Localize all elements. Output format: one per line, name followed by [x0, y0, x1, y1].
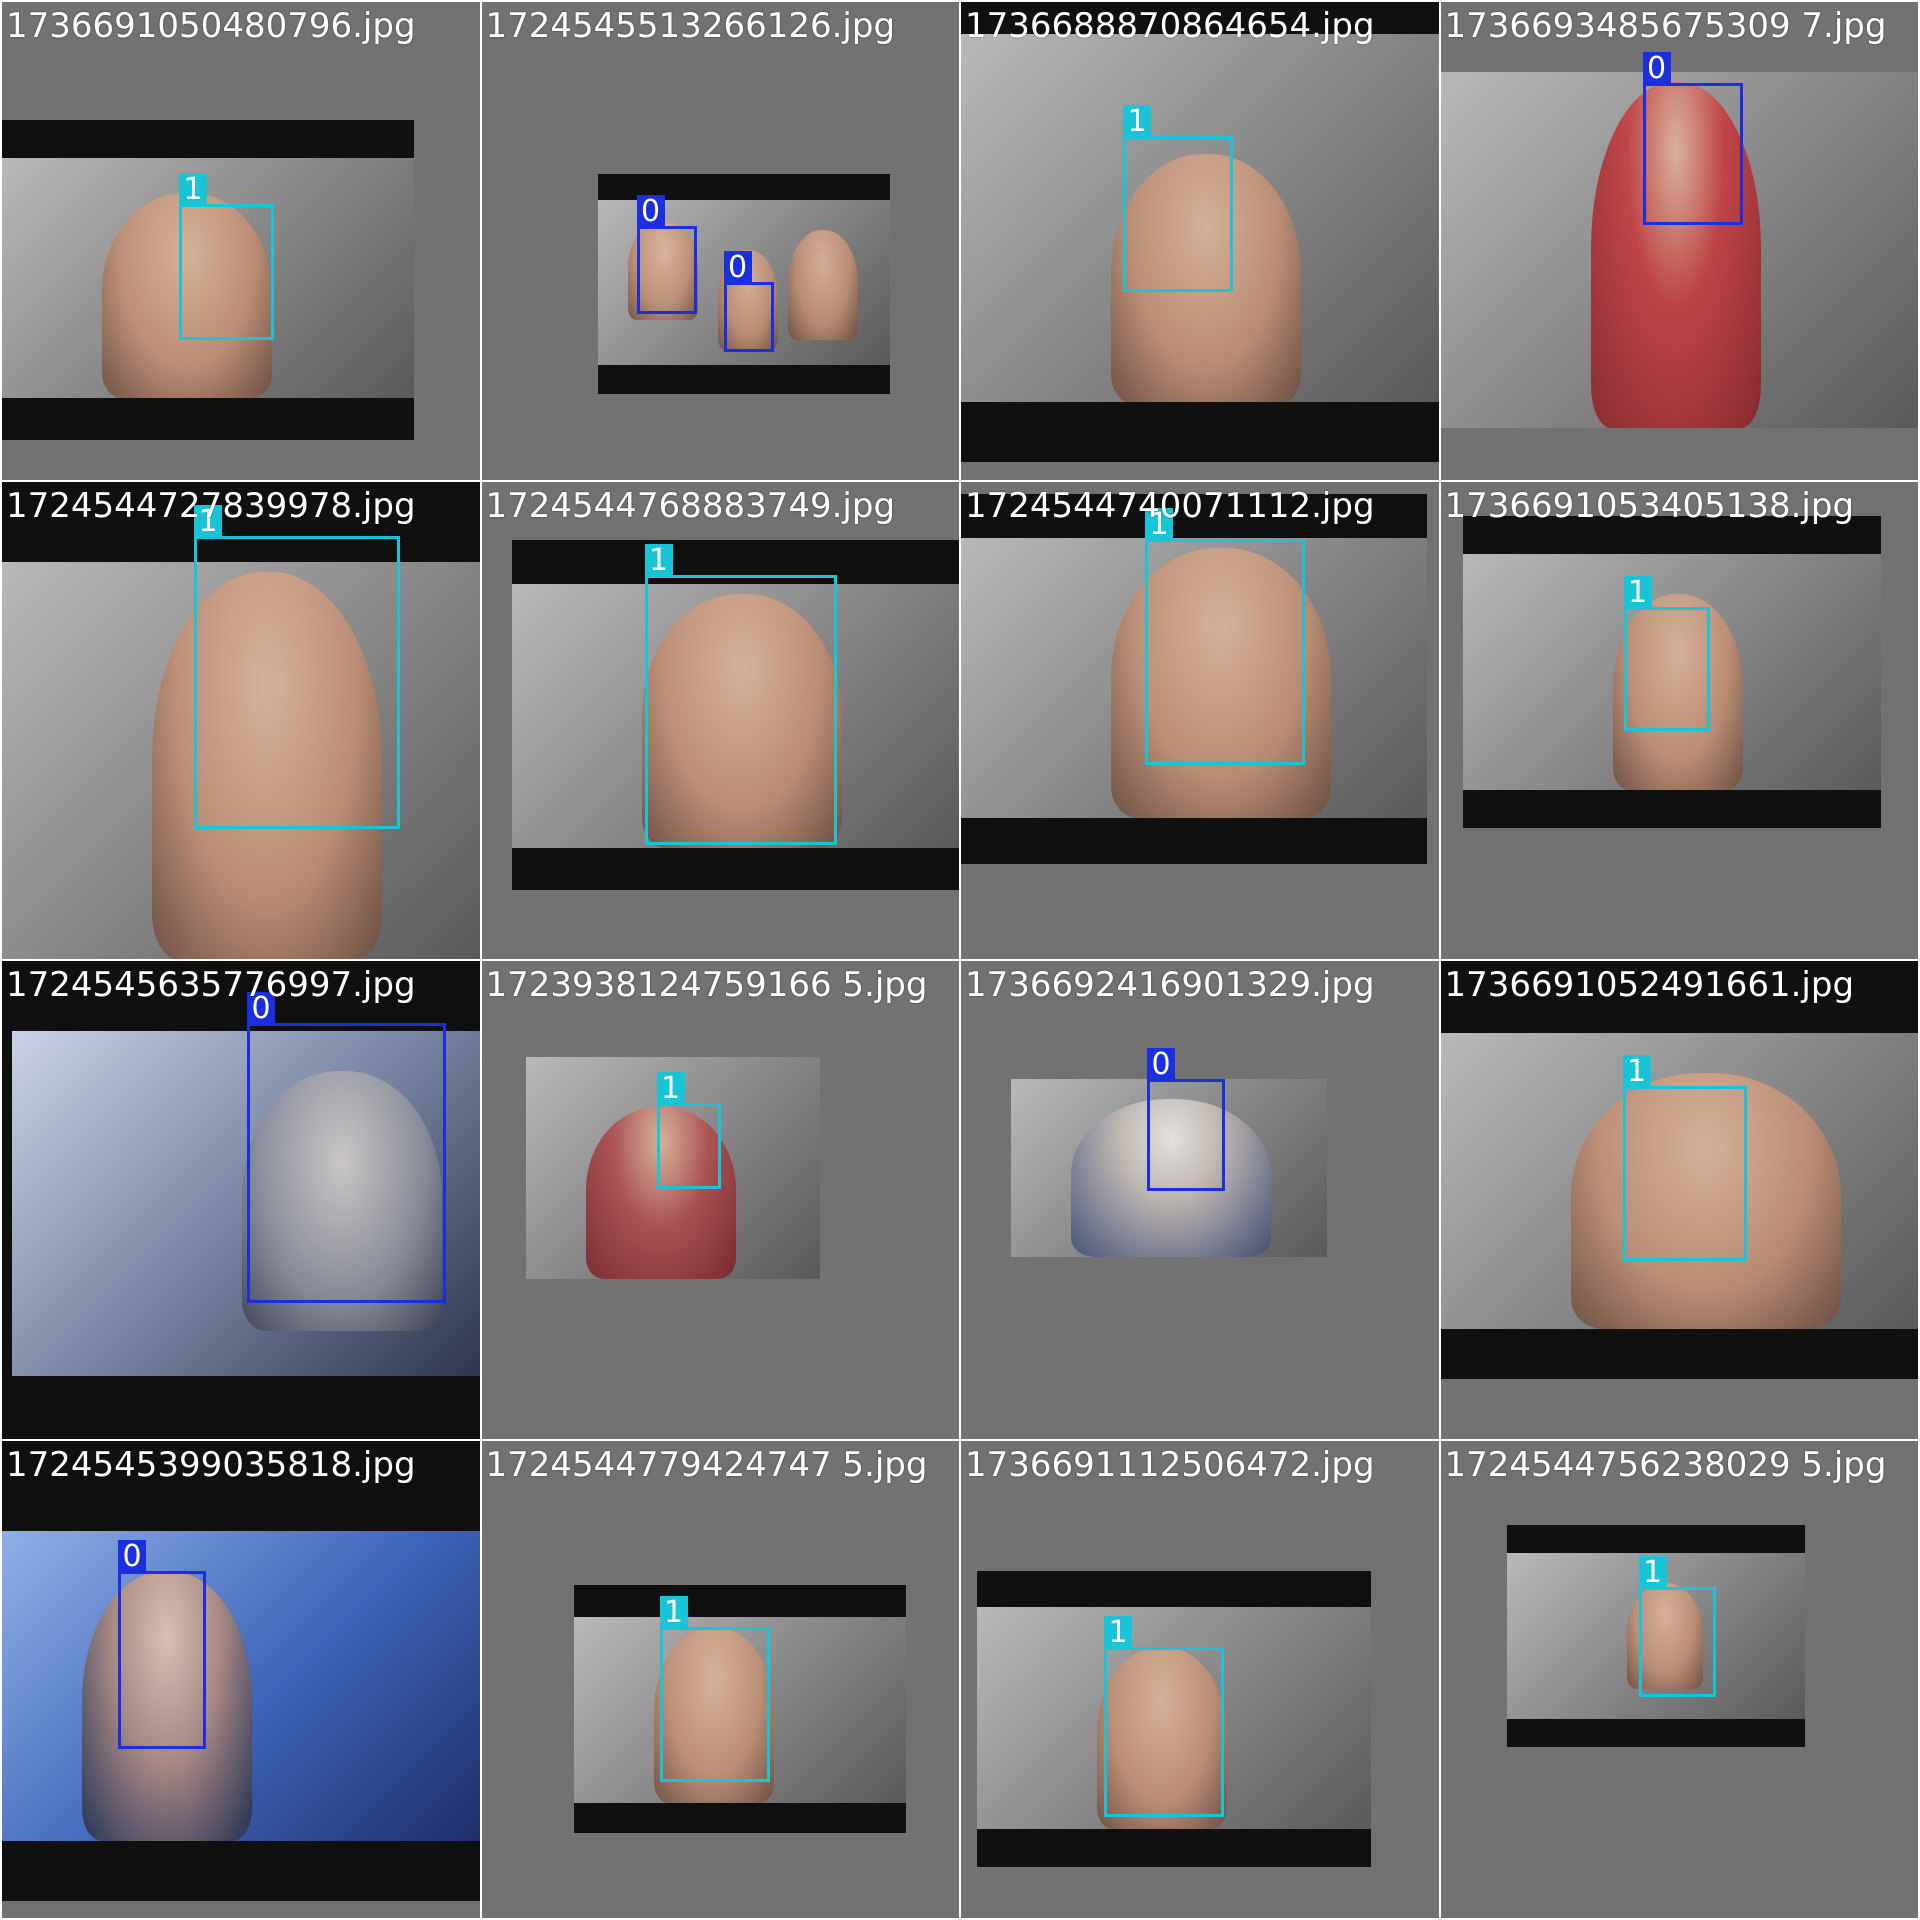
- image-tile[interactable]: 1736692416901329.jpg 0: [961, 961, 1439, 1439]
- class-label: 0: [723, 251, 752, 285]
- class-label: 0: [1147, 1048, 1175, 1082]
- bounding-box: 1: [1123, 105, 1233, 292]
- image-tile[interactable]: 1736691053405138.jpg 1: [1440, 481, 1918, 959]
- filename-caption: 1736691112506472.jpg: [965, 1444, 1375, 1485]
- class-label: 1: [659, 1595, 688, 1630]
- bounding-box: 0: [1642, 52, 1743, 225]
- image-tile[interactable]: 1724545635776997.jpg 0: [2, 961, 480, 1439]
- class-label: 1: [1623, 575, 1652, 610]
- image-tile[interactable]: 1724544779424747 5.jpg 1: [481, 1440, 959, 1918]
- bounding-box: 1: [1622, 1055, 1747, 1261]
- photo: [2, 1530, 480, 1841]
- image-tile[interactable]: 1723938124759166 5.jpg 1: [481, 961, 959, 1439]
- class-label: 1: [179, 173, 207, 207]
- filename-caption: 1736691050480796.jpg: [6, 6, 416, 46]
- bounding-box: 0: [118, 1539, 206, 1749]
- image-tile[interactable]: 1724544740071112.jpg 1: [961, 481, 1439, 959]
- bounding-box: 1: [1638, 1555, 1716, 1697]
- filename-caption: 1724544768883749.jpg: [485, 485, 896, 526]
- image-tile[interactable]: 1736691052491661.jpg 1: [1440, 961, 1918, 1439]
- filename-caption: 1724545513266126.jpg: [485, 6, 896, 46]
- filename-caption: 1736693485675309 7.jpg: [1444, 6, 1887, 46]
- image-tile[interactable]: 1724544768883749.jpg 1: [481, 481, 959, 959]
- detection-results-grid: 1736691050480796.jpg 1 1724545513266126.…: [0, 0, 1920, 1920]
- image-tile[interactable]: 1736688870864654.jpg 1: [961, 2, 1439, 480]
- bounding-box: 1: [194, 504, 400, 829]
- class-label: 1: [656, 1072, 685, 1106]
- bounding-box: 0: [636, 195, 697, 314]
- bounding-box: 1: [1104, 1615, 1224, 1817]
- filename-caption: 1724544779424747 5.jpg: [485, 1444, 928, 1485]
- filename-caption: 1724544727839978.jpg: [6, 485, 416, 526]
- filename-caption: 1736691052491661.jpg: [1444, 965, 1855, 1005]
- bounding-box: 0: [1147, 1048, 1225, 1191]
- image-tile[interactable]: 1736691050480796.jpg 1: [2, 2, 480, 480]
- filename-caption: 1723938124759166 5.jpg: [485, 965, 928, 1005]
- image-tile[interactable]: 1724544727839978.jpg 1: [2, 481, 480, 959]
- filename-caption: 1736692416901329.jpg: [965, 965, 1375, 1005]
- bounding-box: 1: [179, 173, 274, 340]
- filename-caption: 1724544740071112.jpg: [965, 485, 1375, 526]
- image-tile[interactable]: 1724545399035818.jpg 0: [2, 1440, 480, 1918]
- image-tile[interactable]: 1736693485675309 7.jpg 0: [1440, 2, 1918, 480]
- bounding-box: 1: [1623, 575, 1710, 731]
- image-tile[interactable]: 1724545513266126.jpg 0 0: [481, 2, 959, 480]
- class-label: 1: [1123, 105, 1151, 139]
- bounding-box: 1: [1145, 507, 1305, 765]
- class-label: 1: [644, 543, 673, 578]
- filename-caption: 1736691053405138.jpg: [1444, 485, 1855, 526]
- class-label: 0: [1642, 52, 1671, 86]
- class-label: 1: [1104, 1615, 1132, 1650]
- filename-caption: 1724545635776997.jpg: [6, 965, 416, 1005]
- bounding-box: 1: [659, 1595, 770, 1782]
- bounding-box: 1: [644, 543, 837, 845]
- bounding-box: 0: [247, 992, 446, 1303]
- bounding-box: 1: [656, 1072, 721, 1189]
- class-label: 1: [1622, 1055, 1651, 1089]
- class-label: 1: [1638, 1555, 1667, 1590]
- filename-caption: 1736688870864654.jpg: [965, 6, 1375, 46]
- filename-caption: 1724545399035818.jpg: [6, 1444, 416, 1485]
- bounding-box: 0: [723, 251, 774, 352]
- image-tile[interactable]: 1724544756238029 5.jpg 1: [1440, 1440, 1918, 1918]
- class-label: 0: [118, 1539, 146, 1574]
- filename-caption: 1724544756238029 5.jpg: [1444, 1444, 1887, 1485]
- class-label: 0: [636, 195, 665, 229]
- image-tile[interactable]: 1736691112506472.jpg 1: [961, 1440, 1439, 1918]
